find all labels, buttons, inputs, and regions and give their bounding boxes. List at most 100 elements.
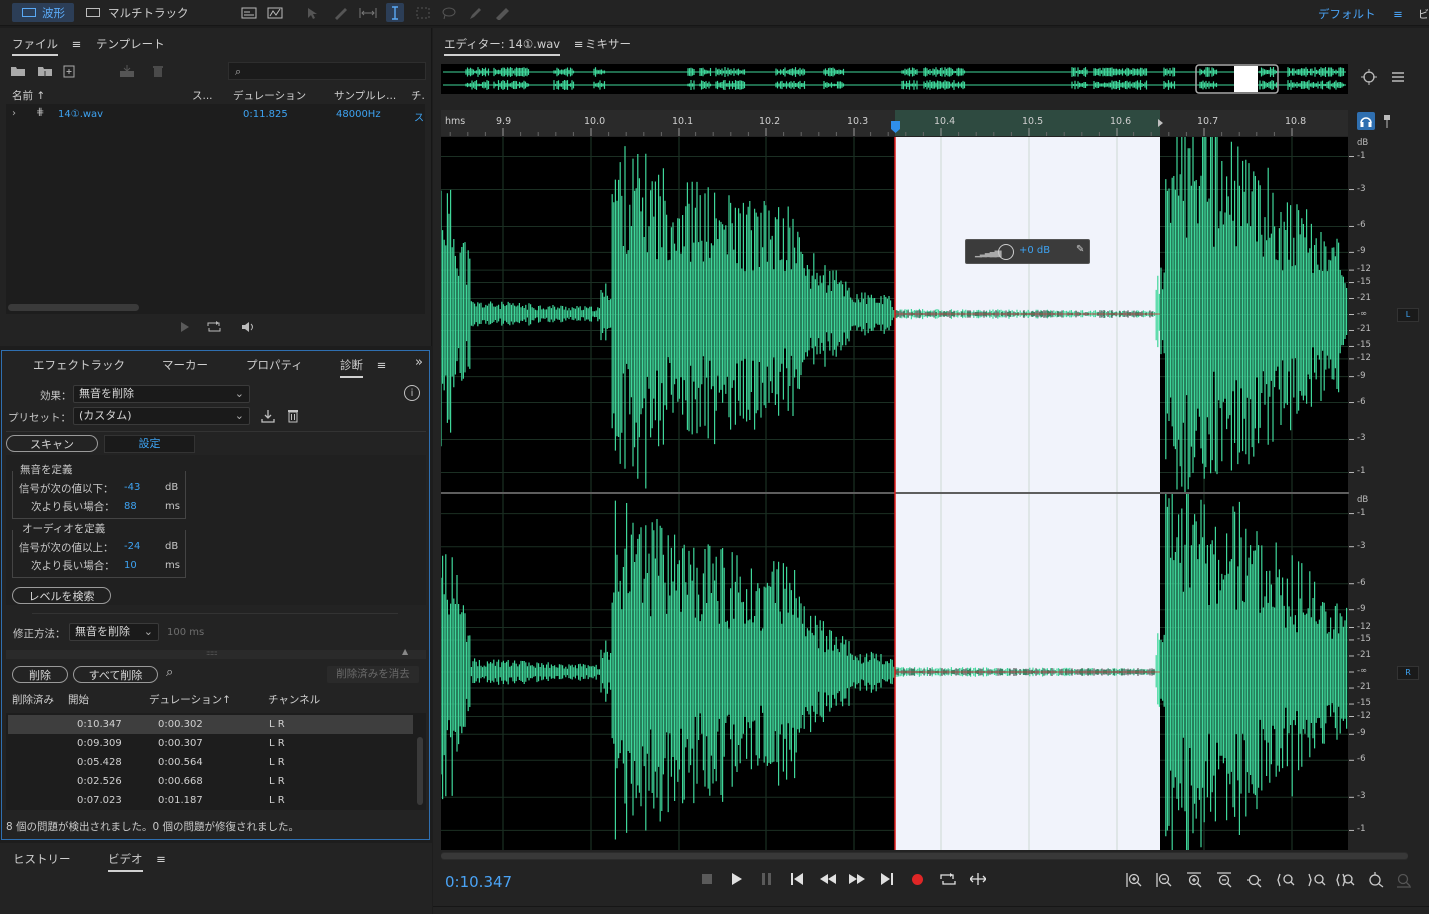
tab-properties[interactable]: プロパティ <box>246 357 303 373</box>
play-preview-icon[interactable] <box>178 320 192 334</box>
import-file-icon[interactable] <box>36 64 54 78</box>
fast-forward-icon[interactable] <box>848 871 866 887</box>
preset-select[interactable]: (カスタム) ⌄ <box>73 407 250 425</box>
delete-preset-icon[interactable] <box>285 408 301 424</box>
zoom-in-amplitude-icon[interactable] <box>1125 871 1143 889</box>
spot-healing-tool-icon[interactable] <box>492 5 512 20</box>
table-row[interactable]: 0:09.309 0:00.307 L R <box>8 734 413 753</box>
col-status[interactable]: ス... <box>192 88 213 103</box>
skip-to-start-icon[interactable] <box>789 871 805 887</box>
spectral-frequency-icon[interactable] <box>240 5 258 20</box>
table-row[interactable]: 0:05.428 0:00.564 L R <box>8 753 413 772</box>
zoom-selection-icon[interactable] <box>1335 871 1357 889</box>
col-channels[interactable]: チ. <box>411 88 425 103</box>
waveform-mode-button[interactable]: 波形 <box>12 3 74 22</box>
razor-tool-icon[interactable] <box>332 5 350 20</box>
time-selection-tool-icon[interactable] <box>386 3 404 22</box>
spectral-pitch-icon[interactable] <box>266 5 284 20</box>
delete-all-button[interactable]: すべて削除 <box>73 666 158 683</box>
col-start[interactable]: 開始 <box>68 692 89 707</box>
silence-longer-value[interactable]: 88 <box>124 501 137 512</box>
stop-icon[interactable] <box>699 871 715 887</box>
silence-signal-value[interactable]: -43 <box>124 482 140 493</box>
clear-deleted-button[interactable]: 削除済みを消去 <box>327 666 419 683</box>
issues-scrollbar[interactable] <box>417 737 423 805</box>
settings-tab[interactable]: 設定 <box>104 435 195 453</box>
zoom-to-out-point-icon[interactable] <box>1307 871 1327 889</box>
play-icon[interactable] <box>729 871 745 887</box>
lasso-tool-icon[interactable] <box>440 5 458 20</box>
editor-menu-icon[interactable]: ≡ <box>574 37 584 51</box>
tab-history[interactable]: ヒストリー <box>13 851 71 867</box>
tab-files[interactable]: ファイル ≡ <box>12 36 82 56</box>
loop-preview-icon[interactable] <box>206 320 222 334</box>
insert-multitrack-icon[interactable] <box>118 64 136 78</box>
col-duration[interactable]: デュレーション↑ <box>149 692 231 707</box>
current-time-display[interactable]: 0:10.347 <box>445 873 512 891</box>
delete-button[interactable]: 削除 <box>12 666 68 683</box>
channel-left-button[interactable]: L <box>1397 308 1419 322</box>
zoom-navigator-icon[interactable] <box>1360 68 1380 88</box>
zoom-out-full-icon[interactable] <box>1245 871 1263 889</box>
slip-tool-icon[interactable] <box>358 5 378 20</box>
pin-icon[interactable] <box>1380 112 1394 130</box>
gain-value[interactable]: +0 dB <box>1019 245 1050 256</box>
pause-icon[interactable] <box>759 871 775 887</box>
panel-splitter[interactable]: ▲ :::::::: <box>6 647 426 659</box>
auto-play-icon[interactable] <box>234 320 256 334</box>
col-name[interactable]: 名前 ↑ <box>12 88 45 103</box>
info-icon[interactable]: i <box>404 385 420 401</box>
col-sample-rate[interactable]: サンプルレ... <box>334 88 396 103</box>
tab-mixer[interactable]: ミキサー <box>585 36 631 52</box>
tab-editor[interactable]: エディター: 14①.wav ≡ <box>444 36 584 56</box>
tab-video[interactable]: ビデオ ≡ <box>108 851 166 872</box>
loop-playback-icon[interactable] <box>939 871 957 887</box>
table-row[interactable]: 0:02.526 0:00.668 L R <box>8 772 413 791</box>
snap-headphones-icon[interactable] <box>1357 112 1375 130</box>
collapse-up-icon[interactable]: ▲ <box>402 647 408 656</box>
files-menu-icon[interactable]: ≡ <box>72 37 82 51</box>
gain-knob-icon[interactable] <box>998 244 1014 260</box>
tab-markers[interactable]: マーカー <box>162 357 208 373</box>
brush-tool-icon[interactable] <box>466 5 484 20</box>
tab-effects-rack[interactable]: エフェクトラック <box>33 357 125 373</box>
timeline-options-icon[interactable] <box>1389 68 1407 88</box>
new-file-icon[interactable] <box>62 64 80 78</box>
files-scrollbar[interactable] <box>8 304 139 311</box>
zoom-to-in-point-icon[interactable] <box>1276 871 1296 889</box>
trash-icon[interactable] <box>150 64 166 78</box>
marquee-tool-icon[interactable] <box>414 5 432 20</box>
diagnostics-menu-icon[interactable]: ≡ <box>377 358 387 372</box>
expand-chevron-icon[interactable]: › <box>12 108 16 119</box>
audio-longer-value[interactable]: 10 <box>124 560 137 571</box>
panel-overflow-icon[interactable]: » <box>415 355 423 370</box>
table-row[interactable]: 0:07.023 0:01.187 L R <box>8 791 413 810</box>
channel-right-button[interactable]: R <box>1397 666 1419 680</box>
fix-method-select[interactable]: 無音を削除 ⌄ <box>69 623 159 641</box>
record-icon[interactable] <box>909 871 925 887</box>
tab-template[interactable]: テンプレート <box>96 36 165 52</box>
zoom-in-time-icon[interactable] <box>1185 871 1203 889</box>
move-tool-icon[interactable] <box>304 5 322 20</box>
col-deleted[interactable]: 削除済み <box>12 692 54 707</box>
gain-hud[interactable]: ▁▂▃▄▅ +0 dB ✎ <box>965 239 1090 264</box>
open-file-icon[interactable] <box>10 64 26 78</box>
multitrack-mode-button[interactable]: マルチトラック <box>86 3 194 22</box>
tab-diagnostics[interactable]: 診断 ≡ <box>340 357 387 378</box>
audio-signal-value[interactable]: -24 <box>124 541 140 552</box>
zoom-out-time-icon[interactable] <box>1215 871 1233 889</box>
save-preset-icon[interactable] <box>260 408 276 424</box>
workspace-selector[interactable]: デフォルト ≡ <box>1318 6 1403 22</box>
video-menu-icon[interactable]: ≡ <box>156 852 166 866</box>
zoom-reset-icon[interactable] <box>1367 871 1385 889</box>
rewind-icon[interactable] <box>819 871 837 887</box>
file-search-input[interactable]: ⌕ <box>228 62 426 80</box>
zoom-out-amplitude-icon[interactable] <box>1155 871 1173 889</box>
table-row[interactable]: 0:10.347 0:00.302 L R <box>8 715 413 734</box>
pin-hud-icon[interactable]: ✎ <box>1076 244 1084 255</box>
file-row[interactable]: › ⋕ 14①.wav 0:11.825 48000Hz ス <box>6 106 425 124</box>
col-channel[interactable]: チャンネル <box>268 692 320 707</box>
scan-button[interactable]: スキャン <box>6 435 98 452</box>
zoom-to-issue-icon[interactable]: ⌕ <box>166 665 173 680</box>
effect-select[interactable]: 無音を削除 ⌄ <box>73 385 250 403</box>
